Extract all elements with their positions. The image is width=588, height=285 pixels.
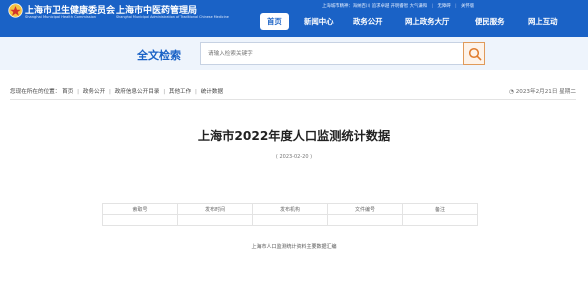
nav-news-center[interactable]: 新闻中心 [304,13,334,30]
info-table-cell [102,214,178,226]
divider [10,99,576,100]
search-input[interactable] [200,42,464,65]
article-title: 上海市2022年度人口监测统计数据 [197,129,391,143]
info-table-header-index-no: 索取号 [102,203,178,215]
site-name-health-commission-en: Shanghai Municipal Health Commission [25,15,97,19]
info-table-cell [402,214,478,226]
nav-government-affairs[interactable]: 政务公开 [353,13,383,30]
nav-home[interactable]: 首页 [260,13,289,30]
article-date: ( 2023-02-20 ) [275,154,313,160]
info-table-header-publish-time: 发布时间 [177,203,253,215]
breadcrumb-separator: | [163,89,166,95]
breadcrumb-statistics[interactable]: 统计数据 [201,89,223,95]
search-title: 全文检索 [137,49,181,62]
site-name-tcm-administration-en: Shanghai Municipal Administration of Tra… [116,15,229,19]
current-date-text: 2023年2月21日 星期二 [515,89,576,95]
search-icon [468,47,482,61]
care-mode-link[interactable]: 关怀版 [461,4,474,9]
clock-icon: ◔ [509,89,514,95]
health-commission-logo[interactable] [8,3,23,18]
breadcrumb: 您现在所在的位置： 首页 | 政务公开 | 政府信息公开目录 | 其他工作 | … [10,87,223,95]
info-table-header-publisher: 发布机构 [252,203,328,215]
city-spirit-text: 上海城市精神：海纳百川 追求卓越 开明睿智 大气谦和 [322,4,428,9]
article-source-text: 上海市人口监测统计资料主要数据汇编 [251,244,337,250]
accessibility-link[interactable]: 无障碍 [437,4,450,9]
nav-public-services[interactable]: 便民服务 [475,13,505,30]
info-table-cell [327,214,403,226]
search-button[interactable] [463,42,485,65]
search-section: 全文检索 [0,37,588,70]
info-table-header-row: 索取号 发布时间 发布机构 文件编号 备注 [102,203,478,215]
breadcrumb-info-catalog[interactable]: 政府信息公开目录 [115,89,160,95]
top-links: 上海城市精神：海纳百川 追求卓越 开明睿智 大气谦和 | 无障碍 | 关怀版 [322,4,475,9]
breadcrumb-separator: | [195,89,197,95]
breadcrumb-separator: | [77,89,80,95]
site-header: 上海市卫生健康委员会 Shanghai Municipal Health Com… [0,0,588,37]
info-table-header-doc-no: 文件编号 [327,203,403,215]
breadcrumb-separator: | [108,89,111,95]
nav-online-interaction[interactable]: 网上互动 [528,13,558,30]
current-date: ◔ 2023年2月21日 星期二 [509,87,576,95]
breadcrumb-home[interactable]: 首页 [62,89,73,95]
info-table-cell [177,214,253,226]
breadcrumb-label: 您现在所在的位置： [10,89,61,95]
breadcrumb-other-work[interactable]: 其他工作 [169,89,191,95]
nav-online-service-hall[interactable]: 网上政务大厅 [405,13,449,30]
info-table-value-row [102,214,478,226]
info-table: 索取号 发布时间 发布机构 文件编号 备注 [102,203,478,226]
breadcrumb-government-affairs[interactable]: 政务公开 [83,89,105,95]
info-table-cell [252,214,328,226]
info-table-header-remarks: 备注 [402,203,478,215]
